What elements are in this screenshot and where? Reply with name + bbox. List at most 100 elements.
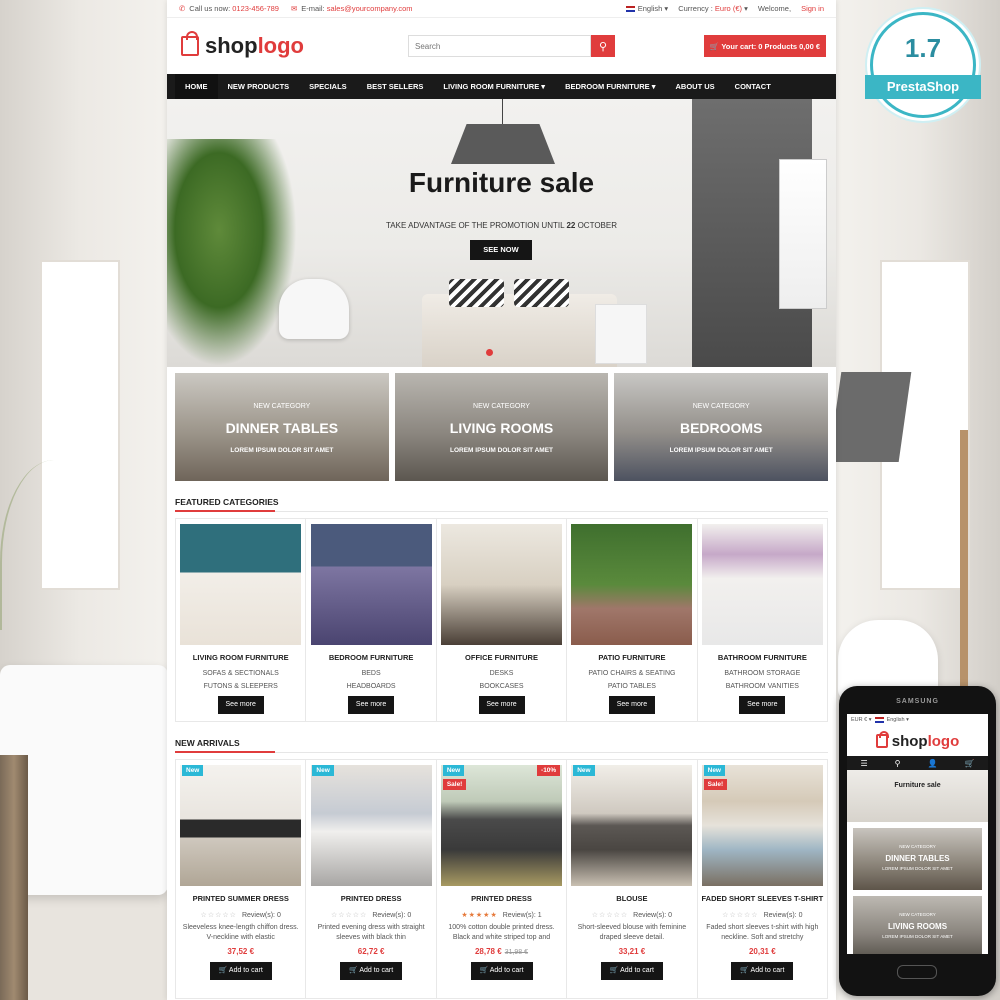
category-image[interactable] bbox=[310, 524, 432, 645]
subcategory-link[interactable]: DESKS bbox=[437, 670, 566, 677]
phone-number[interactable]: 0123-456-789 bbox=[232, 4, 279, 13]
rating-stars: ★★★★★ bbox=[461, 912, 498, 919]
rating-stars: ☆☆☆☆☆ bbox=[722, 912, 759, 919]
flag-icon bbox=[625, 6, 635, 13]
category-title[interactable]: OFFICE FURNITURE bbox=[437, 653, 566, 662]
subcategory-link[interactable]: BOOKCASES bbox=[437, 683, 566, 690]
nav-specials[interactable]: SPECIALS bbox=[299, 74, 357, 99]
banner-dinner-tables[interactable]: NEW CATEGORY DINNER TABLES LOREM IPSUM DOL… bbox=[175, 373, 389, 481]
add-to-cart-button[interactable]: 🛒 Add to cart bbox=[470, 962, 533, 980]
hero-slider[interactable]: Furniture sale TAKE ADVANTAGE OF THE PRO… bbox=[167, 99, 836, 367]
subcategory-link[interactable]: PATIO TABLES bbox=[567, 683, 696, 690]
subcategory-link[interactable]: FUTONS & SLEEPERS bbox=[176, 683, 305, 690]
language-selector[interactable]: English ▾ bbox=[625, 4, 668, 13]
category-image[interactable] bbox=[180, 524, 302, 645]
menu-icon[interactable]: ☰ bbox=[861, 759, 868, 768]
see-more-button[interactable]: See more bbox=[739, 696, 786, 714]
see-more-button[interactable]: See more bbox=[348, 696, 395, 714]
add-to-cart-button[interactable]: 🛒 Add to cart bbox=[340, 962, 403, 980]
phone-brand: SAMSUNG bbox=[896, 698, 939, 705]
discount-badge: -10% bbox=[537, 765, 561, 776]
see-now-button[interactable]: SEE NOW bbox=[470, 240, 532, 260]
mobile-banner-living-rooms[interactable]: NEW CATEGORY LIVING ROOMS LOREM IPSUM DOLO… bbox=[853, 896, 982, 954]
cart-icon[interactable]: 🛒 bbox=[965, 759, 975, 768]
nav-new-products[interactable]: NEW PRODUCTS bbox=[218, 74, 300, 99]
mobile-currency[interactable]: EUR € ▾ bbox=[851, 717, 872, 723]
subcategory-link[interactable]: SOFAS & SECTIONALS bbox=[176, 670, 305, 677]
search-button[interactable]: ⚲ bbox=[591, 35, 615, 57]
add-to-cart-button[interactable]: 🛒 Add to cart bbox=[731, 962, 794, 980]
nav-best-sellers[interactable]: BEST SELLERS bbox=[357, 74, 434, 99]
see-more-button[interactable]: See more bbox=[608, 696, 655, 714]
slider-dot[interactable] bbox=[486, 349, 493, 356]
category-title[interactable]: BEDROOM FURNITURE bbox=[306, 653, 435, 662]
banner-living-rooms[interactable]: NEW CATEGORY LIVING ROOMS LOREM IPSUM DOLO… bbox=[394, 373, 609, 481]
product-rating: ☆☆☆☆☆ Review(s): 0 bbox=[330, 912, 412, 919]
call-label: Call us now: bbox=[189, 4, 231, 13]
product-title[interactable]: BLOUSE bbox=[567, 894, 696, 903]
product-price: 62,72 € bbox=[357, 947, 385, 956]
category-title[interactable]: LIVING ROOM FURNITURE bbox=[176, 653, 305, 662]
product-image[interactable] bbox=[310, 765, 432, 886]
product-image[interactable] bbox=[571, 765, 693, 886]
mobile-nav: ☰ ⚲ 👤 🛒 bbox=[847, 756, 988, 770]
category-banners: NEW CATEGORY DINNER TABLES LOREM IPSUM DOL… bbox=[167, 367, 836, 481]
see-more-button[interactable]: See more bbox=[478, 696, 525, 714]
store-page: ✆ Call us now: 0123-456-789 ✉ E-mail: sa… bbox=[167, 0, 836, 1000]
search-icon[interactable]: ⚲ bbox=[895, 759, 901, 768]
hero-subtitle: TAKE ADVANTAGE OF THE PROMOTION UNTIL 22… bbox=[385, 221, 617, 230]
nav-about[interactable]: ABOUT US bbox=[666, 74, 725, 99]
badge-version: 1.7 bbox=[904, 33, 942, 63]
shop-logo[interactable]: shop logo bbox=[181, 31, 304, 59]
phone-home-button bbox=[897, 965, 937, 979]
background-lamp bbox=[828, 372, 912, 462]
subcategory-link[interactable]: BATHROOM STORAGE bbox=[698, 670, 827, 677]
mobile-language[interactable]: English ▾ bbox=[887, 717, 909, 723]
category-title[interactable]: BATHROOM FURNITURE bbox=[698, 653, 827, 662]
add-to-cart-button[interactable]: 🛒 Add to cart bbox=[600, 962, 663, 980]
nav-home[interactable]: HOME bbox=[175, 74, 218, 99]
badge-label: PrestaShop bbox=[865, 75, 981, 99]
category-card: PATIO FURNITURE PATIO CHAIRS & SEATING P… bbox=[567, 519, 698, 721]
banner-bedrooms[interactable]: NEW CATEGORY BEDROOMS LOREM IPSUM DOLOR SI… bbox=[614, 373, 829, 481]
nav-bedroom[interactable]: BEDROOM FURNITURE ▾ bbox=[555, 74, 665, 99]
subcategory-link[interactable]: HEADBOARDS bbox=[306, 683, 435, 690]
hero-title: Furniture sale bbox=[408, 167, 595, 198]
featured-categories-heading: FEATURED CATEGORIES bbox=[175, 497, 828, 512]
mobile-hero[interactable]: Furniture sale bbox=[847, 770, 988, 822]
subcategory-link[interactable]: BATHROOM VANITIES bbox=[698, 683, 827, 690]
product-description: Sleeveless knee-length chiffon dress. V-… bbox=[182, 924, 299, 941]
category-image[interactable] bbox=[441, 524, 563, 645]
search-input[interactable] bbox=[408, 35, 591, 57]
sign-in-link[interactable]: Sign in bbox=[801, 4, 824, 13]
subcategory-link[interactable]: PATIO CHAIRS & SEATING bbox=[567, 670, 696, 677]
product-description: Printed evening dress with straight slee… bbox=[317, 924, 425, 941]
product-description: 100% cotton double printed dress. Black … bbox=[448, 924, 555, 941]
rating-stars: ☆☆☆☆☆ bbox=[591, 912, 629, 919]
cart-button[interactable]: 🛒 Your cart: 0 Products 0,00 € bbox=[703, 35, 826, 57]
main-nav: HOME NEW PRODUCTS SPECIALS BEST SELLERS … bbox=[167, 74, 836, 99]
currency-selector[interactable]: Currency : Euro (€) ▾ bbox=[678, 4, 748, 13]
category-image[interactable] bbox=[571, 524, 693, 645]
product-title[interactable]: PRINTED SUMMER DRESS bbox=[176, 894, 305, 903]
user-icon[interactable]: 👤 bbox=[928, 759, 938, 768]
nav-living-room[interactable]: LIVING ROOM FURNITURE ▾ bbox=[433, 74, 555, 99]
category-card: BATHROOM FURNITURE BATHROOM STORAGE BATH… bbox=[698, 519, 827, 721]
product-title[interactable]: PRINTED DRESS bbox=[437, 894, 566, 903]
product-image[interactable] bbox=[180, 765, 302, 886]
see-more-button[interactable]: See more bbox=[217, 696, 264, 714]
email-link[interactable]: sales@yourcompany.com bbox=[327, 4, 413, 13]
mobile-banner-dinner-tables[interactable]: NEW CATEGORY DINNER TABLES LOREM IPSUM DOL… bbox=[853, 828, 982, 890]
prestashop-version-badge: 1.7 PrestaShop bbox=[865, 12, 981, 118]
add-to-cart-button[interactable]: 🛒 Add to cart bbox=[209, 962, 272, 980]
nav-contact[interactable]: CONTACT bbox=[725, 74, 781, 99]
top-bar: ✆ Call us now: 0123-456-789 ✉ E-mail: sa… bbox=[167, 0, 836, 18]
email-label: E-mail: bbox=[301, 4, 325, 13]
category-title[interactable]: PATIO FURNITURE bbox=[567, 653, 696, 662]
product-title[interactable]: FADED SHORT SLEEVES T-SHIRT bbox=[698, 894, 827, 903]
product-title[interactable]: PRINTED DRESS bbox=[306, 894, 435, 903]
subcategory-link[interactable]: BEDS bbox=[306, 670, 435, 677]
product-rating: ☆☆☆☆☆ Review(s): 0 bbox=[722, 912, 803, 919]
mobile-logo[interactable]: shop logo bbox=[847, 726, 988, 756]
category-image[interactable] bbox=[701, 524, 823, 645]
